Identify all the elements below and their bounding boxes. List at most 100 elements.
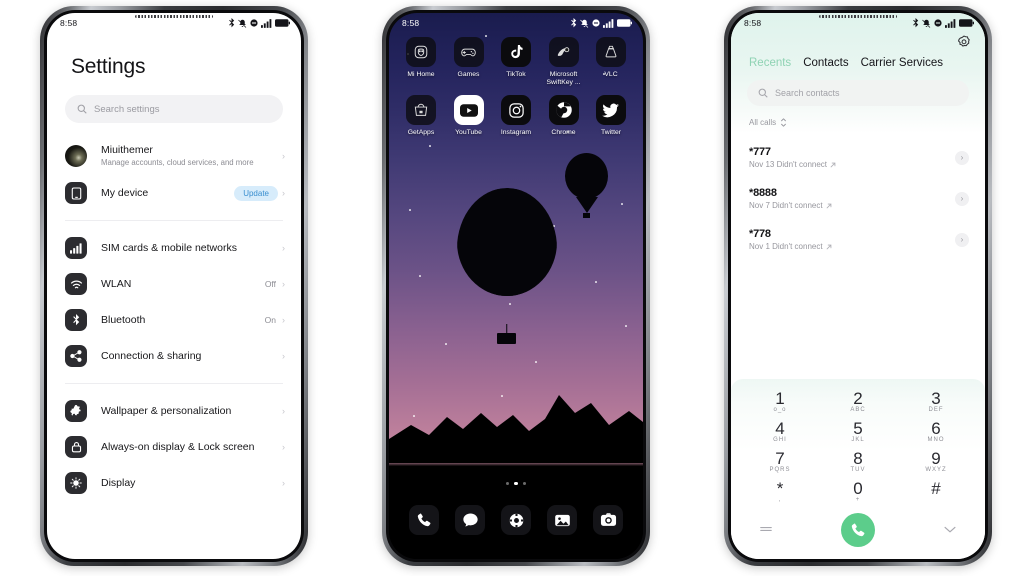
search-settings-field[interactable]: Search settings	[65, 95, 283, 123]
dialpad-key-hash[interactable]: #	[905, 479, 967, 503]
tab-recents[interactable]: Recents	[749, 57, 791, 69]
twitter-bird-icon	[596, 95, 626, 125]
app-swiftkey[interactable]: Microsoft SwiftKey ...	[542, 37, 586, 87]
app-vlc[interactable]: VLC	[589, 37, 633, 87]
battery-icon	[617, 19, 632, 27]
item-label: My device	[101, 186, 149, 199]
tab-contacts[interactable]: Contacts	[803, 57, 848, 69]
key-digit: 5	[853, 419, 863, 438]
dialpad-row: * , 0 + #	[749, 479, 967, 503]
app-twitter[interactable]: Twitter	[589, 95, 633, 137]
dialpad-key-3[interactable]: 3 DEF	[905, 389, 967, 413]
chevron-right-icon[interactable]: ›	[955, 191, 969, 206]
item-value: On	[264, 315, 276, 325]
app-label: Microsoft SwiftKey ...	[546, 71, 581, 86]
keypad-menu-icon[interactable]	[755, 521, 777, 539]
app-tiktok[interactable]: TikTok	[494, 37, 538, 87]
call-list-item[interactable]: *778 Nov 1 Didn't connect ›	[731, 219, 985, 260]
sidebar-item-display[interactable]: Display ›	[47, 465, 301, 501]
call-number: *777	[749, 146, 771, 158]
puzzle-icon	[65, 400, 87, 422]
do-not-disturb-icon	[592, 19, 600, 27]
call-button[interactable]	[841, 513, 875, 547]
signal-icon	[945, 18, 956, 28]
phone-icon[interactable]	[409, 505, 439, 535]
phone-settings: 8:58 Settings Search settings Miuithemer…	[40, 6, 308, 566]
battery-icon	[959, 19, 974, 27]
signal-icon	[603, 18, 614, 28]
call-detail: Nov 1 Didn't connect	[749, 242, 823, 251]
app-label: TikTok	[506, 71, 526, 78]
dialpad-key-6[interactable]: 6 MNO	[905, 419, 967, 443]
sidebar-item-wlan[interactable]: WLAN Off ›	[47, 266, 301, 302]
dialpad-key-5[interactable]: 5 JKL	[827, 419, 889, 443]
browser-icon[interactable]	[501, 505, 531, 535]
dialpad-key-8[interactable]: 8 TUV	[827, 449, 889, 473]
sidebar-item-account[interactable]: Miuithemer Manage accounts, cloud servic…	[47, 137, 301, 175]
sidebar-item-wallpaper[interactable]: Wallpaper & personalization ›	[47, 393, 301, 429]
key-digit: 6	[931, 419, 941, 438]
app-label: Twitter	[600, 129, 621, 136]
phone-bezel: 8:58 Mi Home Games TikTok Microsoft Swif…	[386, 10, 646, 562]
chevron-down-icon[interactable]	[939, 521, 961, 539]
phone-dialer: 8:58 Recents Contacts Carrier Services S…	[724, 6, 992, 566]
dialpad-key-0[interactable]: 0 +	[827, 479, 889, 503]
sidebar-item-sim-cards[interactable]: SIM cards & mobile networks ›	[47, 230, 301, 266]
app-label: GetApps	[407, 129, 435, 136]
app-getapps[interactable]: GetApps	[399, 95, 443, 137]
call-number: *778	[749, 228, 771, 240]
tab-carrier-services[interactable]: Carrier Services	[861, 57, 943, 69]
sidebar-item-my-device[interactable]: My device Update ›	[47, 175, 301, 211]
key-digit: 4	[775, 419, 785, 438]
dialpad-key-1[interactable]: 1 o_o	[749, 389, 811, 413]
key-digit: 3	[931, 389, 941, 408]
app-label: Mi Home	[407, 71, 435, 78]
dialer-header: 8:58 Recents Contacts Carrier Services S…	[731, 13, 985, 133]
key-letters: GHI	[773, 437, 787, 443]
dialpad-key-7[interactable]: 7 PQRS	[749, 449, 811, 473]
signal-icon	[261, 18, 272, 28]
dialpad-key-4[interactable]: 4 GHI	[749, 419, 811, 443]
sidebar-item-bluetooth[interactable]: Bluetooth On ›	[47, 302, 301, 338]
call-list-item[interactable]: *8888 Nov 7 Didn't connect ›	[731, 178, 985, 219]
page-dot-active	[514, 481, 518, 485]
app-instagram[interactable]: Instagram	[494, 95, 538, 137]
gallery-icon[interactable]	[547, 505, 577, 535]
balloon-basket-large	[497, 333, 516, 344]
status-icons	[570, 18, 632, 28]
call-list-item[interactable]: *777 Nov 13 Didn't connect ›	[731, 137, 985, 178]
mountain-silhouette	[389, 395, 643, 463]
app-youtube[interactable]: YouTube	[447, 95, 491, 137]
search-contacts-field[interactable]: Search contacts	[747, 80, 969, 106]
mi-home-icon	[406, 37, 436, 67]
sidebar-item-connection-sharing[interactable]: Connection & sharing ›	[47, 338, 301, 374]
messages-icon[interactable]	[455, 505, 485, 535]
dialpad-row: 7 PQRS 8 TUV 9 WXYZ	[749, 449, 967, 473]
outgoing-call-icon	[826, 244, 831, 249]
call-detail: Nov 13 Didn't connect	[749, 160, 828, 169]
chevron-right-icon[interactable]: ›	[955, 232, 969, 247]
app-grid: Mi Home Games TikTok Microsoft SwiftKey …	[389, 33, 643, 137]
gear-icon[interactable]	[957, 35, 971, 49]
key-letters: DEF	[928, 407, 944, 413]
call-filter[interactable]: All calls	[731, 106, 985, 127]
settings-list: Miuithemer Manage accounts, cloud servic…	[47, 137, 301, 501]
sidebar-item-lock-screen[interactable]: Always-on display & Lock screen ›	[47, 429, 301, 465]
chevron-right-icon[interactable]: ›	[955, 150, 969, 165]
app-mi-home[interactable]: Mi Home	[399, 37, 443, 87]
item-label: Display	[101, 476, 136, 489]
chevron-right-icon: ›	[282, 477, 285, 488]
app-chrome[interactable]: Chrome	[542, 95, 586, 137]
update-badge[interactable]: Update	[234, 185, 278, 201]
item-subtitle: Manage accounts, cloud services, and mor…	[101, 158, 254, 167]
app-games[interactable]: Games	[447, 37, 491, 87]
dialpad-key-9[interactable]: 9 WXYZ	[905, 449, 967, 473]
do-not-disturb-icon	[250, 19, 258, 27]
key-letters: ,	[778, 497, 782, 503]
camera-icon[interactable]	[593, 505, 623, 535]
page-indicator[interactable]	[389, 481, 643, 485]
filter-label: All calls	[749, 118, 777, 127]
dialpad-key-2[interactable]: 2 ABC	[827, 389, 889, 413]
dialpad-key-star[interactable]: * ,	[749, 479, 811, 503]
chevron-right-icon: ›	[282, 405, 285, 416]
